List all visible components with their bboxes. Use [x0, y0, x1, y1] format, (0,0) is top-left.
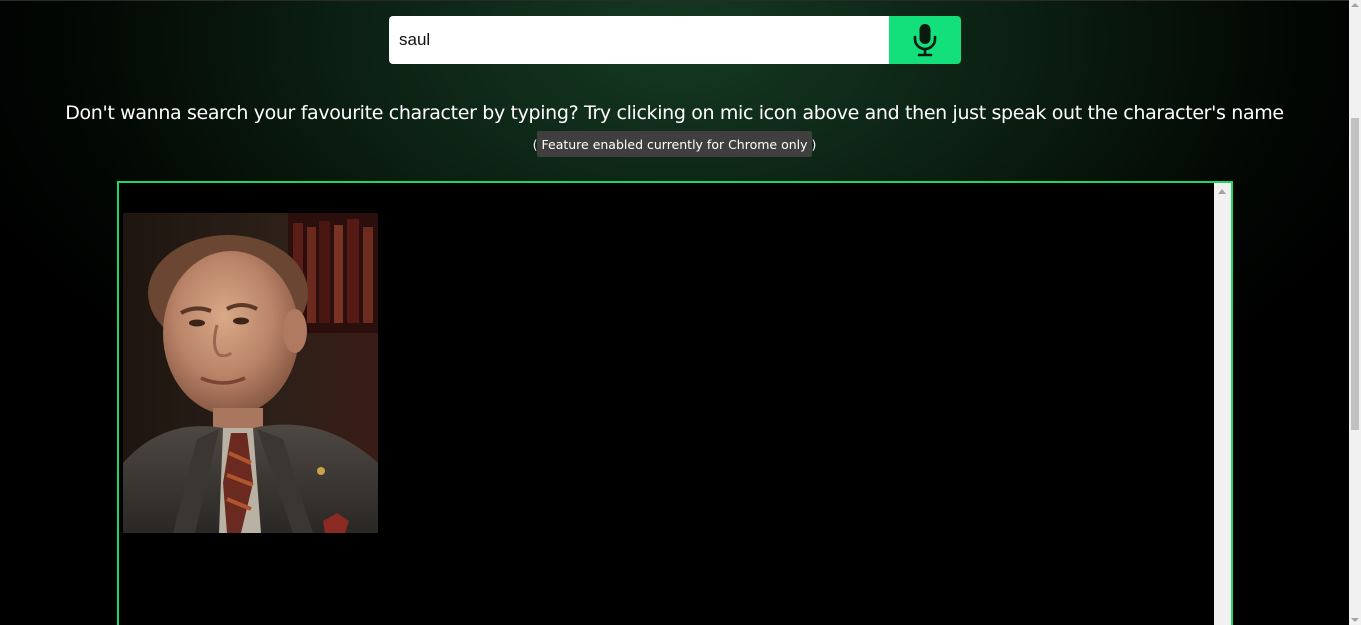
character-portrait — [123, 213, 378, 533]
page-scroll-thumb[interactable] — [1351, 118, 1359, 430]
page-scrollbar[interactable] — [1349, 0, 1361, 625]
search-input[interactable] — [389, 16, 889, 64]
search-bar — [389, 16, 961, 64]
page-scroll-down-icon[interactable] — [1351, 618, 1359, 622]
page-scroll-up-icon[interactable] — [1351, 3, 1359, 7]
microphone-icon — [913, 24, 937, 57]
mic-button[interactable] — [889, 16, 961, 64]
results-panel — [117, 181, 1233, 625]
voice-search-hint: Don't wanna search your favourite charac… — [65, 102, 1284, 124]
scroll-up-icon[interactable] — [1218, 189, 1226, 194]
results-scrollbar[interactable] — [1214, 183, 1231, 625]
chrome-only-note: ( Feature enabled currently for Chrome o… — [533, 131, 816, 157]
top-border — [0, 0, 1349, 1]
character-card[interactable] — [123, 213, 378, 533]
